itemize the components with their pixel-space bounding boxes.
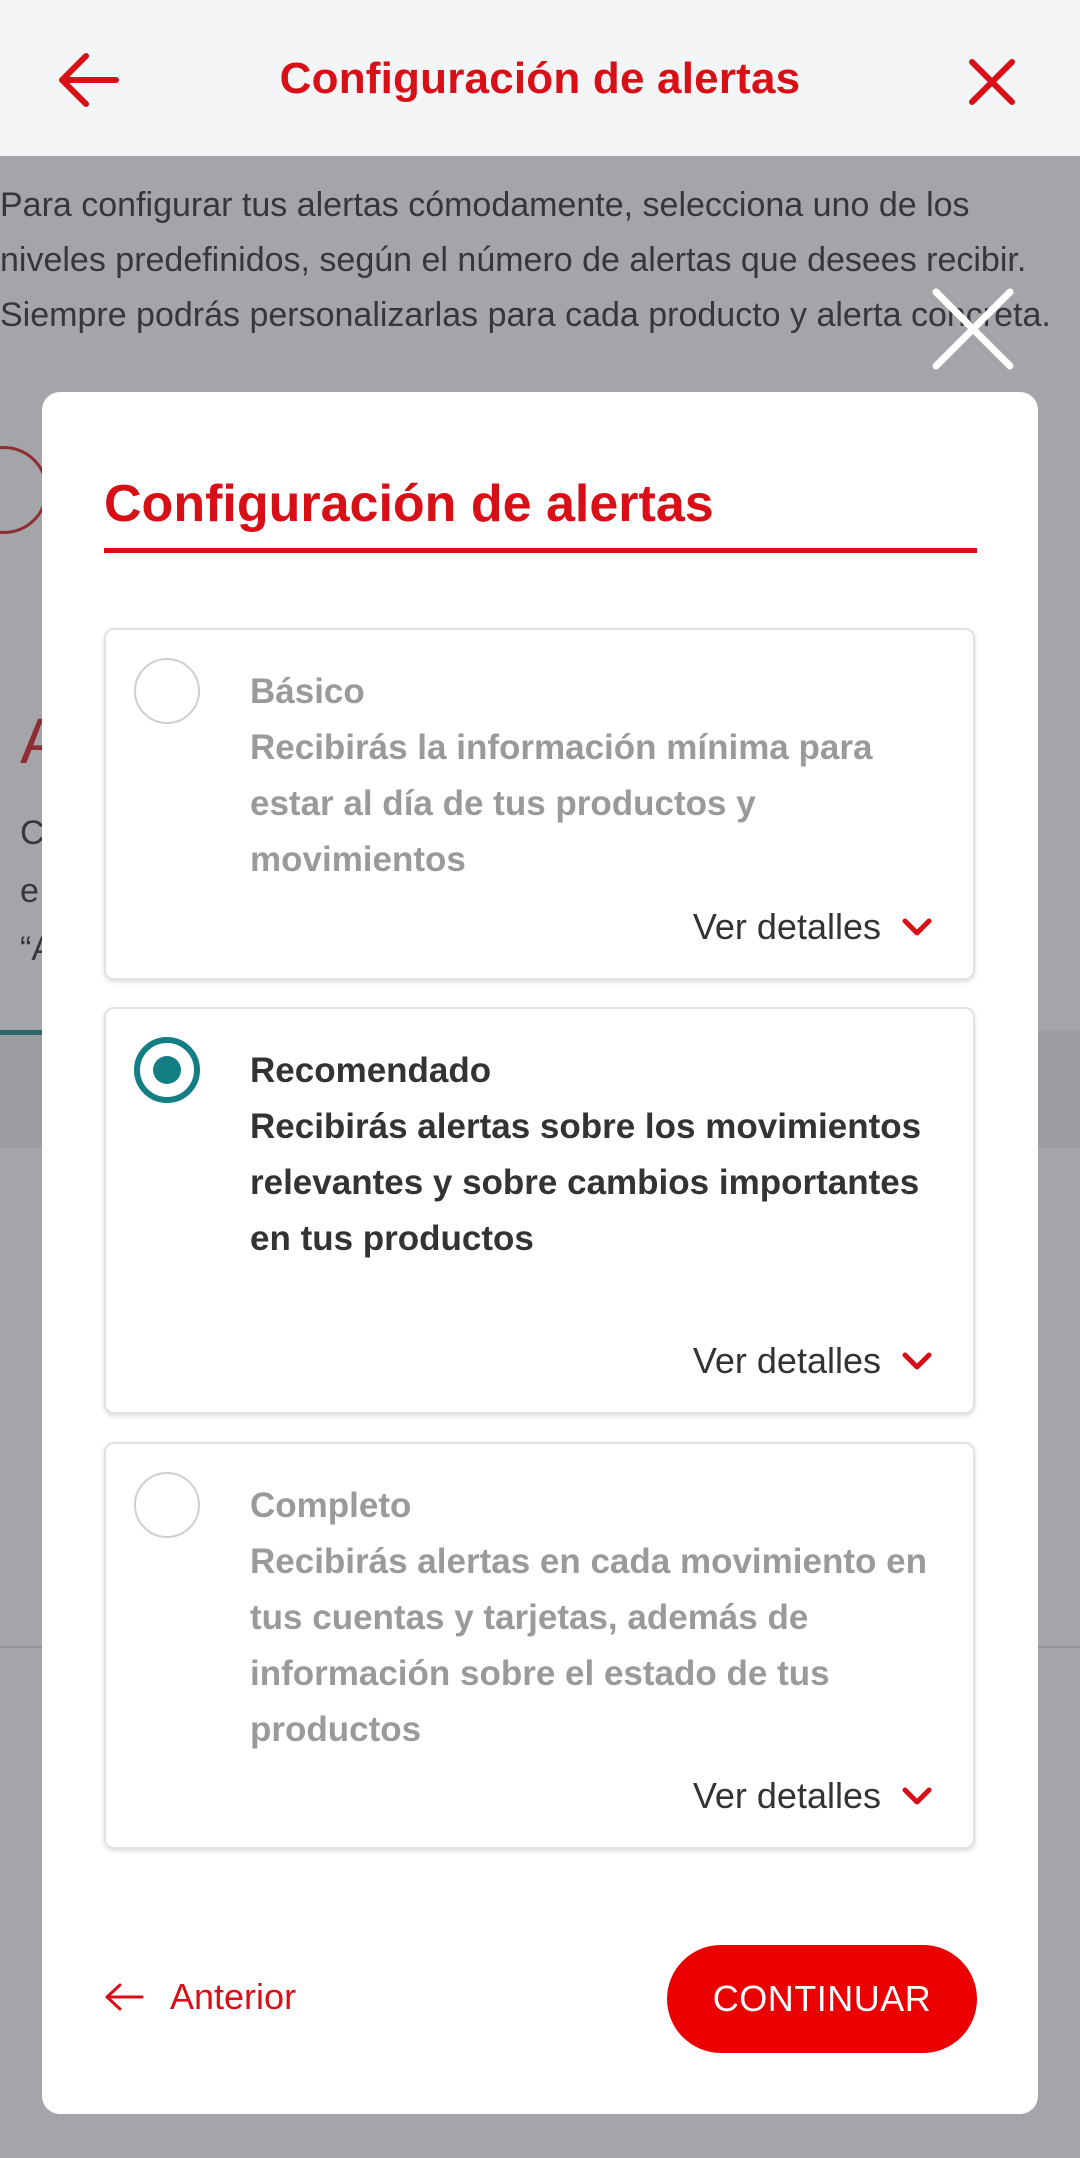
radio-completo[interactable] bbox=[134, 1472, 200, 1538]
details-toggle-completo[interactable]: Ver detalles bbox=[693, 1775, 933, 1817]
radio-recomendado[interactable] bbox=[134, 1037, 200, 1103]
previous-label: Anterior bbox=[170, 1976, 297, 2017]
details-label: Ver detalles bbox=[692, 1340, 881, 1381]
alerts-config-modal: Configuración de alertas Básico Recibirá… bbox=[42, 392, 1038, 2114]
option-name: Recomendado bbox=[250, 1051, 492, 1090]
chevron-down-icon bbox=[902, 1352, 932, 1370]
continue-button[interactable]: CONTINUAR bbox=[667, 1945, 977, 2053]
option-name: Completo bbox=[250, 1486, 412, 1525]
radio-basico[interactable] bbox=[134, 658, 200, 724]
option-name: Básico bbox=[250, 672, 365, 711]
details-label: Ver detalles bbox=[692, 1775, 881, 1816]
option-description: Recibirás la información mínima para est… bbox=[250, 728, 873, 879]
modal-close-icon[interactable] bbox=[930, 286, 1016, 372]
title-underline bbox=[104, 548, 977, 553]
option-completo[interactable]: Completo Recibirás alertas en cada movim… bbox=[104, 1442, 975, 1849]
option-description: Recibirás alertas en cada movimiento en … bbox=[250, 1542, 927, 1749]
option-text: Completo Recibirás alertas en cada movim… bbox=[250, 1478, 930, 1758]
option-text: Recomendado Recibirás alertas sobre los … bbox=[250, 1043, 930, 1267]
details-label: Ver detalles bbox=[692, 906, 881, 947]
modal-title: Configuración de alertas bbox=[104, 475, 714, 533]
option-basico[interactable]: Básico Recibirás la información mínima p… bbox=[104, 628, 975, 980]
option-text: Básico Recibirás la información mínima p… bbox=[250, 664, 930, 888]
arrow-left-icon bbox=[105, 1983, 144, 2011]
details-toggle-recomendado[interactable]: Ver detalles bbox=[693, 1340, 933, 1382]
chevron-down-icon bbox=[902, 918, 932, 936]
chevron-down-icon bbox=[902, 1787, 932, 1805]
close-icon[interactable] bbox=[966, 56, 1018, 108]
previous-link[interactable]: Anterior bbox=[104, 1976, 296, 2018]
option-recomendado[interactable]: Recomendado Recibirás alertas sobre los … bbox=[104, 1007, 975, 1414]
page-title: Configuración de alertas bbox=[279, 54, 801, 103]
option-description: Recibirás alertas sobre los movimientos … bbox=[250, 1107, 922, 1258]
details-toggle-basico[interactable]: Ver detalles bbox=[693, 906, 933, 948]
app-bar: Configuración de alertas bbox=[0, 0, 1080, 156]
